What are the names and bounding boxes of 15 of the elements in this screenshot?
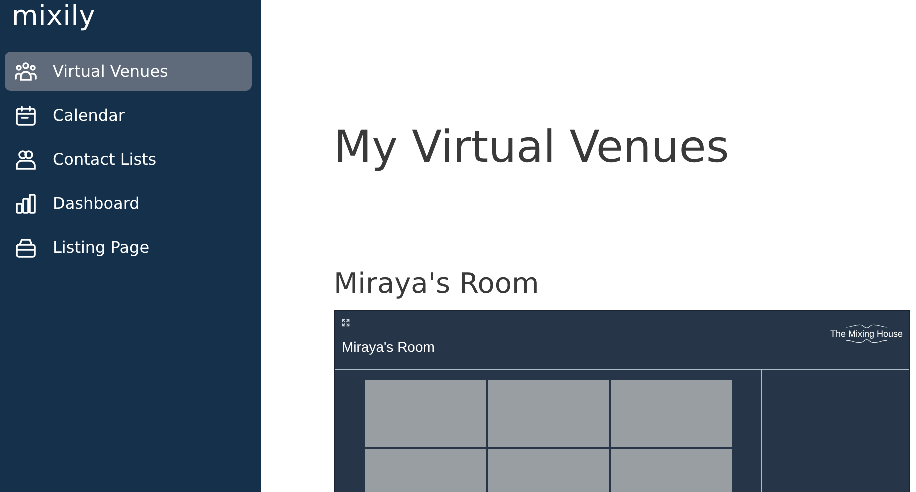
brand-logo: The Mixing House: [830, 311, 909, 369]
nav-item[interactable]: Listing Page: [5, 228, 252, 267]
bar-chart-icon: [14, 192, 38, 216]
nav-item[interactable]: Calendar: [5, 96, 252, 135]
room-title: Miraya's Room: [342, 339, 435, 355]
logo: mixily: [11, 0, 97, 34]
expand-icon[interactable]: [342, 319, 350, 327]
contacts-icon: [14, 148, 38, 172]
people-icon: [14, 60, 38, 84]
nav-item[interactable]: Dashboard: [5, 184, 252, 223]
nav-item[interactable]: Contact Lists: [5, 140, 252, 179]
venue-name: Miraya's Room: [334, 266, 540, 302]
calendar-icon: [14, 104, 38, 128]
nav-item[interactable]: Virtual Venues: [5, 52, 252, 91]
page-title: My Virtual Venues: [334, 121, 730, 175]
